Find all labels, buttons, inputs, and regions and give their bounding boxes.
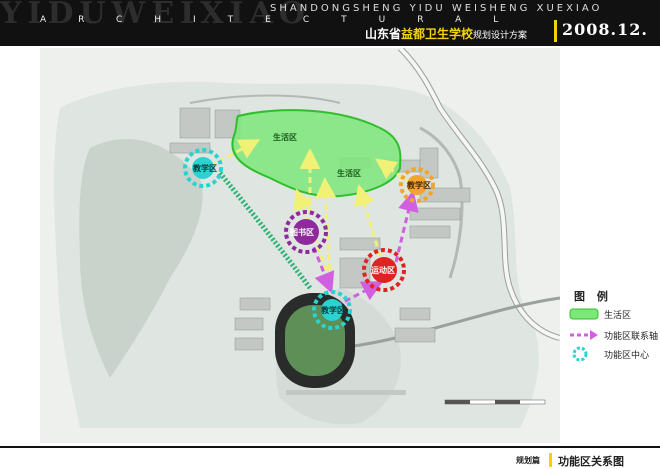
footer-bar: 规划篇 功能区关系图 [0, 446, 660, 469]
axis-arrow-icon [570, 330, 598, 340]
project-title: 山东省益都卫生学校规划设计方案 [365, 25, 527, 42]
svg-text:教学区: 教学区 [192, 163, 217, 173]
header-bar: YIDUWEIXIAO SHANDONGSHENG YIDU WEISHENG … [0, 0, 660, 46]
legend-label-center: 功能区中心 [604, 351, 650, 361]
svg-text:运动区: 运动区 [371, 265, 395, 275]
living-zone-label-lower: 生活区 [337, 168, 361, 178]
living-zone-label-upper: 生活区 [273, 132, 297, 142]
title-part2: 规划设计方案 [473, 31, 528, 41]
legend-label-axis: 功能区联系轴 [604, 332, 659, 342]
year-label: 2008.12. [562, 20, 648, 39]
title-part1: 山东省 [365, 27, 402, 41]
svg-text:图书区: 图书区 [290, 227, 314, 237]
legend-item-center: 功能区中心 [568, 346, 649, 364]
footer-accent-bar [549, 453, 552, 467]
svg-text:教学区: 教学区 [406, 180, 431, 190]
architectural-label: ARCHITECTURAL [40, 15, 531, 25]
footer-section-label: 规划篇 [516, 456, 540, 465]
site-plan-map: 生活区 生活区 教学区 图书区 运动区 教学区 教学区 [40, 48, 560, 443]
svg-text:教学区: 教学区 [320, 305, 345, 315]
legend-title: 图 例 [574, 290, 612, 303]
center-ring-icon [572, 346, 588, 362]
legend-item-living-zone: 生活区 [568, 306, 631, 324]
living-zone-swatch [569, 308, 599, 320]
header-accent-bar [554, 20, 557, 42]
legend-item-axis: 功能区联系轴 [568, 327, 658, 345]
english-title: SHANDONGSHENG YIDU WEISHENG XUEXIAO [270, 3, 603, 14]
legend-label-living-zone: 生活区 [604, 311, 632, 321]
title-highlight: 益都卫生学校 [401, 27, 474, 41]
